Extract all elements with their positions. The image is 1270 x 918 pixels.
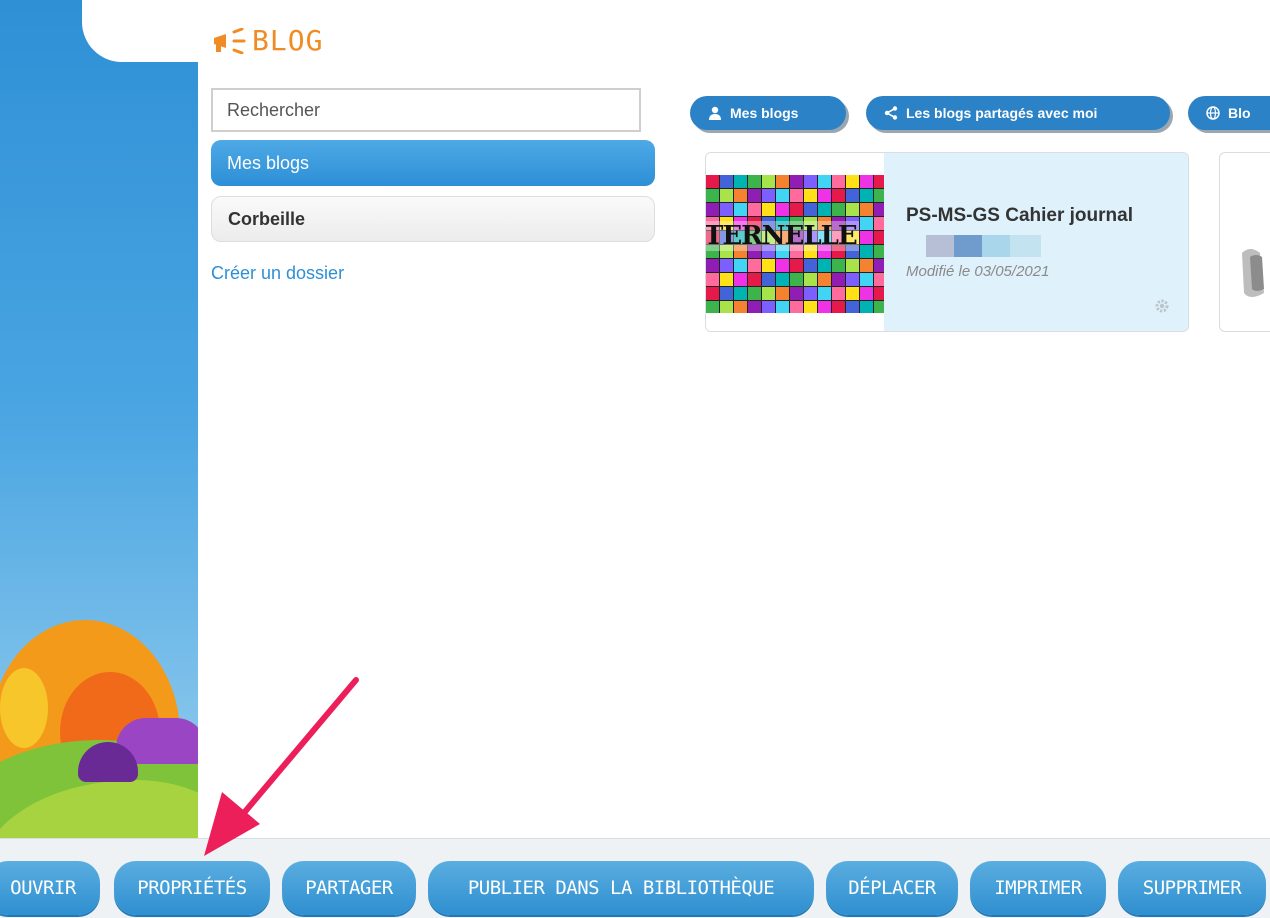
blurred-author-name xyxy=(926,235,1041,257)
action-label: SUPPRIMER xyxy=(1142,877,1242,899)
delete-button[interactable]: SUPPRIMER xyxy=(1118,861,1266,915)
publish-library-button[interactable]: PUBLIER DANS LA BIBLIOTHÈQUE xyxy=(428,861,814,915)
blog-card[interactable]: TERNELLE PS-MS-GS Cahier journal Modifié… xyxy=(705,152,1189,332)
hill-yellow-shape xyxy=(0,668,48,748)
open-button[interactable]: OUVRIR xyxy=(0,861,100,915)
blog-thumbnail: TERNELLE xyxy=(706,153,884,331)
create-folder-link[interactable]: Créer un dossier xyxy=(211,263,344,284)
filter-label: Les blogs partagés avec moi xyxy=(906,105,1098,121)
gear-icon[interactable] xyxy=(1154,298,1170,319)
action-label: PARTAGER xyxy=(305,877,393,899)
print-button[interactable]: IMPRIMER xyxy=(970,861,1106,915)
cloud-shape xyxy=(82,0,198,62)
action-toolbar: OUVRIR PROPRIÉTÉS PARTAGER PUBLIER DANS … xyxy=(0,838,1270,918)
search-input[interactable] xyxy=(211,88,641,132)
move-button[interactable]: DÉPLACER xyxy=(826,861,958,915)
filter-mes-blogs-button[interactable]: Mes blogs xyxy=(690,96,846,130)
thumbnail-text: TERNELLE xyxy=(706,221,859,251)
folder-item-corbeille[interactable]: Corbeille xyxy=(211,196,655,242)
filter-shared-blogs-button[interactable]: Les blogs partagés avec moi xyxy=(866,96,1170,130)
action-label: PUBLIER DANS LA BIBLIOTHÈQUE xyxy=(467,877,775,899)
filter-public-blogs-button[interactable]: Blo xyxy=(1188,96,1270,130)
blog-title: PS-MS-GS Cahier journal xyxy=(906,205,1133,226)
action-label: IMPRIMER xyxy=(994,877,1082,899)
blog-card-info: PS-MS-GS Cahier journal Modifié le 03/05… xyxy=(884,153,1188,331)
action-label: DÉPLACER xyxy=(848,877,936,899)
blog-card-partial[interactable] xyxy=(1219,152,1270,332)
folder-item-mes-blogs[interactable]: Mes blogs xyxy=(211,140,655,186)
globe-icon xyxy=(1206,106,1220,120)
action-label: OUVRIR xyxy=(10,877,76,899)
share-button[interactable]: PARTAGER xyxy=(282,861,416,915)
blog-modified-date: Modifié le 03/05/2021 xyxy=(906,263,1050,280)
main-panel: BLOG Mes blogs Corbeille Créer un dossie… xyxy=(198,0,1270,838)
folder-item-label: Mes blogs xyxy=(227,152,310,173)
action-label: PROPRIÉTÉS xyxy=(137,877,247,899)
properties-button[interactable]: PROPRIÉTÉS xyxy=(114,861,270,915)
decorative-side-illustration xyxy=(0,0,198,917)
blog-thumbnail-partial xyxy=(1242,249,1264,297)
megaphone-icon xyxy=(212,27,248,54)
app-title-text: BLOG xyxy=(252,24,324,57)
filter-label: Mes blogs xyxy=(730,105,799,121)
app-title: BLOG xyxy=(212,24,323,57)
folder-item-label: Corbeille xyxy=(228,208,306,229)
share-icon xyxy=(884,106,898,120)
filter-label: Blo xyxy=(1228,105,1251,121)
user-icon xyxy=(708,106,722,120)
